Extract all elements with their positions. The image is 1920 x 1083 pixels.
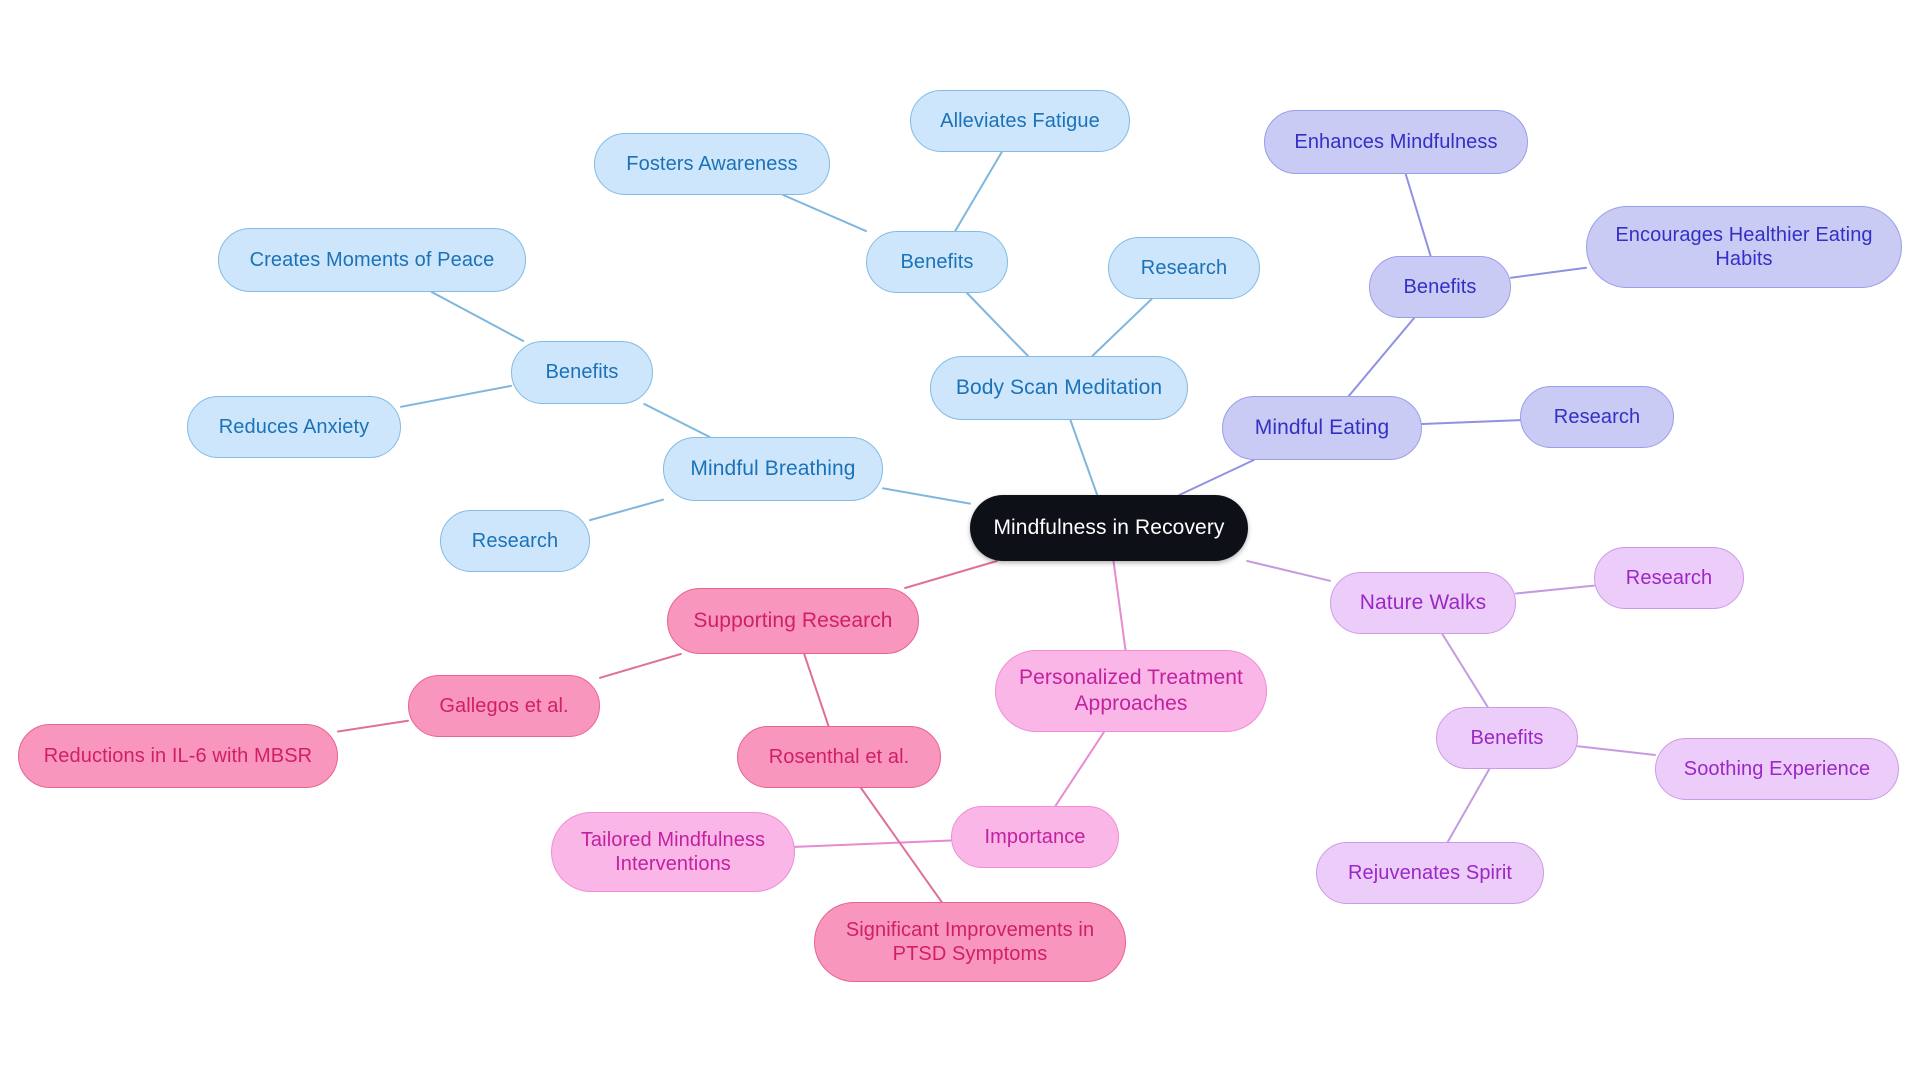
mindmap-edge — [860, 787, 943, 903]
mindmap-node-label: Supporting Research — [693, 609, 893, 633]
mindmap-node-mb_res[interactable]: Research — [440, 510, 590, 572]
mindmap-edge — [954, 151, 1003, 232]
mindmap-node-label: Encourages Healthier Eating Habits — [1615, 223, 1873, 270]
mindmap-node-label: Benefits — [1403, 275, 1477, 298]
mindmap-node-me[interactable]: Mindful Eating — [1222, 396, 1422, 460]
mindmap-node-label: Research — [1553, 405, 1641, 428]
mindmap-node-label: Reduces Anxiety — [218, 415, 370, 438]
mindmap-node-mb_ben[interactable]: Benefits — [511, 341, 653, 404]
mindmap-edge — [1404, 173, 1432, 257]
mindmap-edge — [400, 384, 512, 408]
mindmap-node-label: Mindful Breathing — [690, 457, 856, 481]
mindmap-edge — [1246, 560, 1331, 582]
mindmap-node-sr_gal[interactable]: Gallegos et al. — [408, 675, 600, 737]
mindmap-node-bsm_ben[interactable]: Benefits — [866, 231, 1008, 293]
mindmap-node-sr[interactable]: Supporting Research — [667, 588, 919, 654]
mindmap-node-pta[interactable]: Personalized Treatment Approaches — [995, 650, 1267, 732]
mindmap-edge — [1091, 298, 1153, 357]
mindmap-node-me_ben_mind[interactable]: Enhances Mindfulness — [1264, 110, 1528, 174]
mindmap-edge — [1347, 317, 1416, 397]
mindmap-node-label: Nature Walks — [1359, 591, 1487, 615]
mindmap-edge — [882, 487, 971, 505]
mindmap-edge — [1054, 731, 1105, 807]
mindmap-node-label: Tailored Mindfulness Interventions — [580, 828, 766, 875]
mindmap-edge — [966, 292, 1029, 357]
mindmap-edge — [589, 498, 664, 522]
mindmap-edge — [1577, 745, 1656, 756]
mindmap-edge — [1446, 768, 1491, 843]
mindmap-node-label: Benefits — [900, 250, 974, 273]
mindmap-edge — [803, 653, 830, 727]
mindmap-edge — [1421, 419, 1521, 425]
mindmap-node-sr_gal_il6[interactable]: Reductions in IL-6 with MBSR — [18, 724, 338, 788]
mindmap-node-label: Significant Improvements in PTSD Symptom… — [845, 918, 1095, 965]
mindmap-node-label: Benefits — [545, 361, 619, 384]
mindmap-edge — [1069, 419, 1099, 496]
mindmap-edge — [1178, 459, 1255, 496]
mindmap-node-mb[interactable]: Mindful Breathing — [663, 437, 883, 501]
mindmap-node-label: Mindfulness in Recovery — [993, 516, 1225, 540]
mindmap-node-me_ben[interactable]: Benefits — [1369, 256, 1511, 318]
mindmap-edge — [1515, 584, 1595, 595]
mindmap-edge — [1441, 633, 1489, 708]
mindmap-node-label: Reductions in IL-6 with MBSR — [43, 744, 313, 767]
mindmap-node-pta_imp_tmi[interactable]: Tailored Mindfulness Interventions — [551, 812, 795, 892]
mindmap-node-mb_ben_anx[interactable]: Reduces Anxiety — [187, 396, 401, 458]
mindmap-node-nw[interactable]: Nature Walks — [1330, 572, 1516, 634]
mindmap-node-bsm[interactable]: Body Scan Meditation — [930, 356, 1188, 420]
mindmap-node-label: Gallegos et al. — [439, 694, 569, 717]
mindmap-node-me_res[interactable]: Research — [1520, 386, 1674, 448]
mindmap-node-label: Rejuvenates Spirit — [1347, 861, 1513, 884]
mindmap-root-node[interactable]: Mindfulness in Recovery — [970, 495, 1248, 561]
mindmap-node-label: Importance — [984, 825, 1086, 848]
mindmap-node-me_ben_eat[interactable]: Encourages Healthier Eating Habits — [1586, 206, 1902, 288]
mindmap-node-label: Body Scan Meditation — [955, 376, 1163, 400]
mindmap-node-pta_imp[interactable]: Importance — [951, 806, 1119, 868]
mindmap-edge — [643, 403, 711, 438]
mindmap-node-label: Research — [471, 529, 559, 552]
mindmap-node-nw_ben[interactable]: Benefits — [1436, 707, 1578, 769]
mindmap-edge — [904, 560, 998, 589]
mindmap-node-bsm_res[interactable]: Research — [1108, 237, 1260, 299]
mindmap-node-nw_res[interactable]: Research — [1594, 547, 1744, 609]
mindmap-node-mb_ben_peace[interactable]: Creates Moments of Peace — [218, 228, 526, 292]
mindmap-canvas: Mindfulness in Recovery Mindful Breathing… — [0, 0, 1920, 1083]
mindmap-edge — [794, 839, 952, 848]
mindmap-node-sr_ros[interactable]: Rosenthal et al. — [737, 726, 941, 788]
mindmap-node-label: Soothing Experience — [1683, 757, 1871, 780]
mindmap-edge — [430, 291, 525, 342]
mindmap-node-label: Personalized Treatment Approaches — [1019, 666, 1243, 715]
mindmap-node-label: Mindful Eating — [1254, 416, 1390, 440]
mindmap-edge — [782, 194, 867, 233]
mindmap-node-label: Rosenthal et al. — [768, 745, 910, 768]
mindmap-edge — [1112, 560, 1127, 651]
mindmap-edge — [337, 719, 409, 733]
mindmap-node-bsm_ben_aw[interactable]: Fosters Awareness — [594, 133, 830, 195]
mindmap-node-label: Benefits — [1470, 726, 1544, 749]
mindmap-node-label: Enhances Mindfulness — [1294, 130, 1498, 153]
mindmap-node-sr_ros_ptsd[interactable]: Significant Improvements in PTSD Symptom… — [814, 902, 1126, 982]
mindmap-node-label: Creates Moments of Peace — [249, 248, 495, 271]
mindmap-edge — [599, 653, 682, 679]
mindmap-node-bsm_ben_fat[interactable]: Alleviates Fatigue — [910, 90, 1130, 152]
mindmap-edge — [1510, 266, 1587, 279]
mindmap-node-label: Research — [1140, 256, 1228, 279]
mindmap-node-label: Alleviates Fatigue — [940, 109, 1100, 132]
mindmap-node-label: Research — [1625, 566, 1713, 589]
mindmap-node-nw_ben_sooth[interactable]: Soothing Experience — [1655, 738, 1899, 800]
mindmap-node-label: Fosters Awareness — [626, 152, 798, 175]
mindmap-node-nw_ben_rej[interactable]: Rejuvenates Spirit — [1316, 842, 1544, 904]
